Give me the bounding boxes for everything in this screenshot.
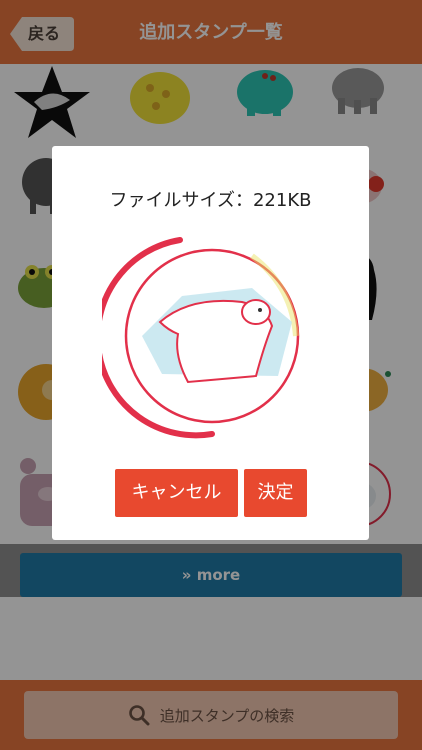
confirm-button[interactable]: 決定 (244, 469, 307, 517)
file-size-text: ファイルサイズ：221KB (109, 190, 312, 211)
cancel-button[interactable]: キャンセル (115, 469, 238, 517)
sticker-confirm-dialog: ファイルサイズ：221KB キャンセル 決定 (52, 146, 369, 540)
polar-bear-sticker-icon (102, 237, 300, 439)
